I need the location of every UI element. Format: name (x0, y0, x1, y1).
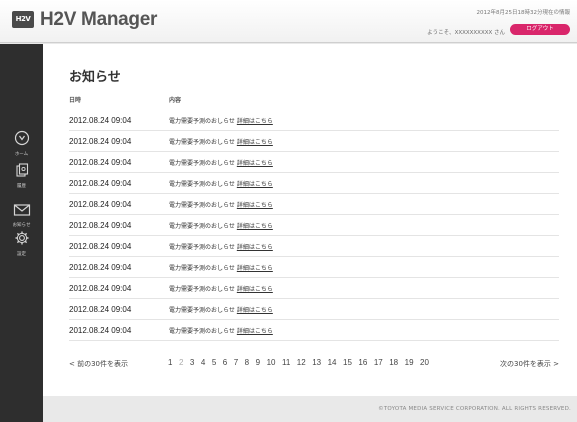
list-item: 2012.08.24 09:04 電力需要予測のおしらせ 詳細はこちら (69, 215, 559, 236)
sidebar-item-home[interactable]: ホーム (0, 130, 43, 157)
details-link[interactable]: 詳細はこちら (237, 181, 273, 188)
page-number[interactable]: 1 (168, 358, 172, 367)
page-number[interactable]: 20 (420, 358, 429, 367)
news-text: 電力需要予測のおしらせ 詳細はこちら (169, 117, 273, 125)
page-number[interactable]: 10 (267, 358, 276, 367)
news-text: 電力需要予測のおしらせ 詳細はこちら (169, 201, 273, 209)
page-number[interactable]: 4 (201, 358, 205, 367)
news-text: 電力需要予測のおしらせ 詳細はこちら (169, 264, 273, 272)
page-number[interactable]: 5 (212, 358, 216, 367)
news-date: 2012.08.24 09:04 (69, 157, 132, 167)
news-date: 2012.08.24 09:04 (69, 199, 132, 209)
page-number[interactable]: 9 (256, 358, 260, 367)
gear-icon (0, 230, 43, 250)
page-number[interactable]: 17 (374, 358, 383, 367)
prev-page-link[interactable]: < 前の30件を表示 (69, 359, 128, 369)
page-title: お知らせ (69, 70, 121, 85)
news-text: 電力需要予測のおしらせ 詳細はこちら (169, 327, 273, 335)
sidebar-item-label: ホーム (14, 152, 29, 157)
column-header-content: 内容 (169, 97, 182, 104)
news-text: 電力需要予測のおしらせ 詳細はこちら (169, 222, 273, 230)
news-date: 2012.08.24 09:04 (69, 262, 132, 272)
details-link[interactable]: 詳細はこちら (237, 328, 273, 335)
news-date: 2012.08.24 09:04 (69, 220, 132, 230)
news-list: 2012.08.24 09:04 電力需要予測のおしらせ 詳細はこちら 2012.… (69, 110, 559, 341)
list-item: 2012.08.24 09:04 電力需要予測のおしらせ 詳細はこちら (69, 320, 559, 341)
user-greeting: ようこそ、XXXXXXXXXX さん (427, 30, 505, 36)
app-header: H2V H2V Manager 2012年8月25日18時32分現在の情報 よう… (0, 0, 577, 43)
news-panel: お知らせ 日時 内容 2012.08.24 09:04 電力需要予測のおしらせ 詳… (43, 44, 577, 396)
footer: ©TOYOTA MEDIA SERVICE CORPORATION. ALL R… (43, 396, 577, 422)
sidebar-item-label: 設定 (17, 252, 26, 257)
next-page-link[interactable]: 次の30件を表示 > (500, 359, 559, 369)
page-number[interactable]: 18 (389, 358, 398, 367)
page-number[interactable]: 13 (312, 358, 321, 367)
page-number[interactable]: 7 (234, 358, 238, 367)
details-link[interactable]: 詳細はこちら (237, 160, 273, 167)
page-number-current[interactable]: 2 (179, 358, 183, 367)
copyright-text: ©TOYOTA MEDIA SERVICE CORPORATION. ALL R… (378, 406, 571, 412)
news-date: 2012.08.24 09:04 (69, 136, 132, 146)
page-number[interactable]: 19 (405, 358, 414, 367)
details-link[interactable]: 詳細はこちら (237, 118, 273, 125)
news-text: 電力需要予測のおしらせ 詳細はこちら (169, 159, 273, 167)
page-number[interactable]: 15 (343, 358, 352, 367)
news-date: 2012.08.24 09:04 (69, 325, 132, 335)
news-date: 2012.08.24 09:04 (69, 241, 132, 251)
home-icon (0, 130, 43, 150)
news-date: 2012.08.24 09:04 (69, 178, 132, 188)
news-date: 2012.08.24 09:04 (69, 283, 132, 293)
pagination: < 前の30件を表示 1 2 3 4 5 6 7 8 9 10 11 12 13 14 15 16 17 18 19… (69, 358, 559, 370)
list-item: 2012.08.24 09:04 電力需要予測のおしらせ 詳細はこちら (69, 257, 559, 278)
news-text: 電力需要予測のおしらせ 詳細はこちら (169, 180, 273, 188)
list-item: 2012.08.24 09:04 電力需要予測のおしらせ 詳細はこちら (69, 194, 559, 215)
news-text: 電力需要予測のおしらせ 詳細はこちら (169, 306, 273, 314)
mail-icon (0, 202, 43, 221)
list-item: 2012.08.24 09:04 電力需要予測のおしらせ 詳細はこちら (69, 131, 559, 152)
page-number[interactable]: 16 (358, 358, 367, 367)
page-number[interactable]: 14 (328, 358, 337, 367)
page-number[interactable]: 3 (190, 358, 194, 367)
list-item: 2012.08.24 09:04 電力需要予測のおしらせ 詳細はこちら (69, 173, 559, 194)
details-link[interactable]: 詳細はこちら (237, 244, 273, 251)
list-item: 2012.08.24 09:04 電力需要予測のおしらせ 詳細はこちら (69, 299, 559, 320)
app-title: H2V Manager (40, 9, 158, 30)
details-link[interactable]: 詳細はこちら (237, 286, 273, 293)
details-link[interactable]: 詳細はこちら (237, 265, 273, 272)
page-numbers: 1 2 3 4 5 6 7 8 9 10 11 12 13 14 15 16 17 18 19 20 (168, 358, 435, 367)
details-link[interactable]: 詳細はこちら (237, 307, 273, 314)
sidebar-item-settings[interactable]: 設定 (0, 230, 43, 257)
info-timestamp: 2012年8月25日18時32分現在の情報 (476, 10, 571, 16)
news-date: 2012.08.24 09:04 (69, 115, 132, 125)
sidebar-item-history[interactable]: 履歴 (0, 162, 43, 189)
details-link[interactable]: 詳細はこちら (237, 223, 273, 230)
news-date: 2012.08.24 09:04 (69, 304, 132, 314)
news-text: 電力需要予測のおしらせ 詳細はこちら (169, 243, 273, 251)
logout-button[interactable]: ログアウト (510, 24, 570, 35)
list-item: 2012.08.24 09:04 電力需要予測のおしらせ 詳細はこちら (69, 152, 559, 173)
sidebar-item-news[interactable]: お知らせ (0, 202, 43, 228)
app-logo: H2V (12, 11, 34, 28)
page-number[interactable]: 6 (223, 358, 227, 367)
sidebar-item-label: 履歴 (17, 184, 26, 189)
details-link[interactable]: 詳細はこちら (237, 202, 273, 209)
list-item: 2012.08.24 09:04 電力需要予測のおしらせ 詳細はこちら (69, 278, 559, 299)
column-header-date: 日時 (69, 97, 82, 104)
details-link[interactable]: 詳細はこちら (237, 139, 273, 146)
news-text: 電力需要予測のおしらせ 詳細はこちら (169, 138, 273, 146)
sidebar: ホーム 履歴 お知らせ 設定 (0, 44, 43, 422)
list-item: 2012.08.24 09:04 電力需要予測のおしらせ 詳細はこちら (69, 236, 559, 257)
news-text: 電力需要予測のおしらせ 詳細はこちら (169, 285, 273, 293)
page-number[interactable]: 11 (282, 358, 290, 367)
page-number[interactable]: 8 (245, 358, 249, 367)
list-item: 2012.08.24 09:04 電力需要予測のおしらせ 詳細はこちら (69, 110, 559, 131)
history-icon (0, 162, 43, 182)
page-number[interactable]: 12 (297, 358, 306, 367)
sidebar-item-label: お知らせ (12, 223, 31, 228)
